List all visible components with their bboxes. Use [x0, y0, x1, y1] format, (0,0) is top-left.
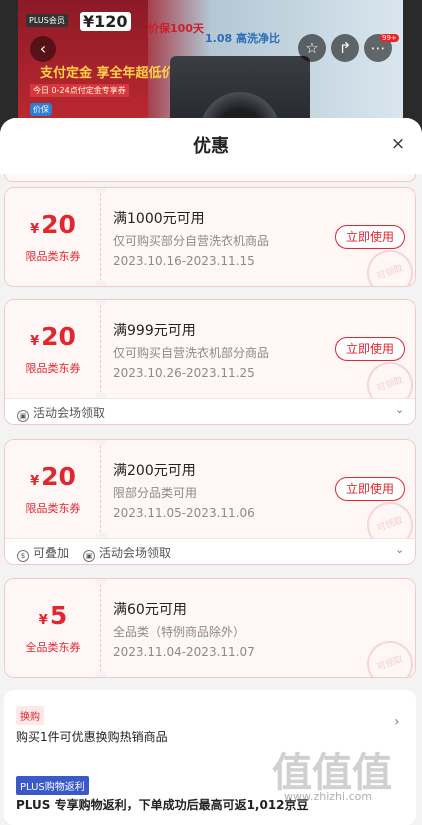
coupon-source-text: 活动会场领取	[99, 546, 172, 560]
currency-symbol: ¥	[30, 334, 40, 349]
coupon-validity: 2023.11.05-2023.11.06	[113, 506, 255, 520]
swap-tag: 换购	[16, 706, 44, 725]
site-watermark: 值值值 www.zhizhi.com	[272, 740, 412, 803]
coupon-card: ¥5 全品类东券 满60元可用 全品类（特例商品除外） 2023.11.04-2…	[4, 578, 416, 678]
coupon-amount: ¥20	[5, 462, 101, 491]
coupon-type-label: 全品类东券	[25, 641, 81, 654]
chevron-down-icon[interactable]: ⌄	[395, 543, 404, 556]
share-button[interactable]: ↱	[331, 34, 359, 62]
coupon-condition: 满1000元可用	[113, 211, 205, 227]
coupon-type-label: 限品类东券	[25, 502, 81, 515]
amount-value: 5	[49, 601, 68, 630]
sheet-header: 优惠 ×	[0, 118, 422, 174]
amount-value: 20	[41, 462, 76, 491]
close-button[interactable]: ×	[388, 134, 408, 154]
sheet-title: 优惠	[193, 136, 229, 157]
coupon-value-area: ¥20 限品类东券	[5, 300, 101, 398]
venue-icon: ▣	[17, 410, 29, 422]
currency-symbol: ¥	[30, 474, 40, 489]
coupon-validity: 2023.10.26-2023.11.25	[113, 366, 255, 380]
watermark-url: www.zhizhi.com	[284, 790, 373, 803]
banner-price-protect: 价保	[30, 103, 52, 116]
coupon-value-area: ¥20 限品类东券	[5, 188, 101, 286]
ticket-notch	[95, 300, 107, 306]
currency-symbol: ¥	[38, 613, 48, 628]
coupon-condition: 满200元可用	[113, 463, 196, 479]
coupon-footer[interactable]: ▣ 活动会场领取 ⌄	[5, 398, 415, 424]
coupon-card: ¥20 限品类东券 满1000元可用 仅可购买部分自营洗衣机商品 2023.10…	[4, 187, 416, 287]
stackable-tag: $ 可叠加	[17, 544, 69, 562]
coupon: ¥5 全品类东券 满60元可用 全品类（特例商品除外） 2023.11.04-2…	[5, 579, 415, 677]
banner-promo-text: 支付定金 享全年超低价	[40, 66, 175, 81]
coupon-type-label: 限品类东券	[25, 362, 81, 375]
coupon: ¥20 限品类东券 满200元可用 限部分品类可用 2023.11.05-202…	[5, 440, 415, 555]
coupon-condition: 满60元可用	[113, 602, 187, 618]
close-icon: ×	[390, 134, 406, 154]
claimed-stamp: 可领取	[360, 634, 415, 677]
previous-coupon-edge	[4, 174, 416, 182]
coupon-value-area: ¥20 限品类东券	[5, 440, 101, 538]
coupon-description: 仅可购买部分自营洗衣机商品	[113, 234, 270, 248]
coupon-card: ¥20 限品类东券 满200元可用 限部分品类可用 2023.11.05-202…	[4, 439, 416, 565]
coupon-footer[interactable]: $ 可叠加 ▣ 活动会场领取 ⌄	[5, 538, 415, 564]
coupon-validity: 2023.10.16-2023.11.15	[113, 254, 255, 268]
plus-member-tag: PLUS会员	[26, 14, 68, 27]
favorite-button[interactable]: ☆	[298, 34, 326, 62]
banner-price-guarantee: 价保100天	[148, 22, 204, 35]
back-button[interactable]: ‹	[30, 36, 56, 62]
currency-symbol: ¥	[30, 222, 40, 237]
coupon-source: ▣ 活动会场领取	[83, 544, 171, 562]
plus-rebate-tag: PLUS购物返利	[16, 776, 89, 795]
product-banner: PLUS会员 ¥120 支付定金 享全年超低价 今日 0-24点付定金专享券 价…	[0, 0, 422, 135]
coupon-source: ▣ 活动会场领取	[17, 404, 105, 422]
chevron-right-icon[interactable]: ›	[394, 714, 400, 730]
ticket-notch	[95, 440, 107, 446]
discount-sheet: 优惠 × ¥20 限品类东券 满1000元可用 仅可购买部分自营洗衣机商品 20…	[0, 118, 422, 825]
swap-description: 购买1件可优惠换购热销商品	[16, 730, 168, 744]
use-now-button[interactable]: 立即使用	[335, 477, 405, 501]
coupon-condition: 满999元可用	[113, 323, 196, 339]
plus-rebate-description: PLUS 专享购物返利，下单成功后最高可返1,012京豆	[16, 798, 309, 812]
ticket-notch	[95, 671, 107, 677]
coupon-description: 全品类（特例商品除外）	[113, 625, 246, 639]
coupon-amount: ¥20	[5, 210, 101, 239]
coupon-type-label: 限品类东券	[25, 250, 81, 263]
coupon-amount: ¥20	[5, 322, 101, 351]
coupon-value-area: ¥5 全品类东券	[5, 579, 101, 677]
ticket-notch	[95, 280, 107, 286]
message-badge: 99+	[380, 34, 399, 42]
amount-value: 20	[41, 322, 76, 351]
coupon-validity: 2023.11.04-2023.11.07	[113, 645, 255, 659]
coupon-card: ¥20 限品类东券 满999元可用 仅可购买自营洗衣机部分商品 2023.10.…	[4, 299, 416, 425]
stackable-text: 可叠加	[33, 546, 70, 560]
coupon-amount: ¥5	[5, 601, 101, 630]
claimed-stamp: 可领取	[360, 243, 415, 286]
banner-price: ¥120	[80, 12, 131, 31]
amount-value: 20	[41, 210, 76, 239]
coupon: ¥20 限品类东券 满1000元可用 仅可购买部分自营洗衣机商品 2023.10…	[5, 188, 415, 286]
share-icon: ↱	[338, 39, 352, 57]
coupon-description: 仅可购买自营洗衣机部分商品	[113, 346, 270, 360]
coupon: ¥20 限品类东券 满999元可用 仅可购买自营洗衣机部分商品 2023.10.…	[5, 300, 415, 415]
venue-icon: ▣	[83, 550, 95, 562]
star-icon: ☆	[305, 39, 319, 57]
use-now-button[interactable]: 立即使用	[335, 225, 405, 249]
back-icon: ‹	[39, 39, 47, 58]
banner-wash-ratio: 1.08 高洗净比	[205, 32, 280, 45]
ticket-notch	[95, 188, 107, 194]
coupon-source-text: 活动会场领取	[33, 406, 106, 420]
stack-icon: $	[17, 550, 29, 562]
chevron-down-icon[interactable]: ⌄	[395, 403, 404, 416]
banner-promo-sub: 今日 0-24点付定金专享券	[30, 84, 129, 97]
use-now-button[interactable]: 立即使用	[335, 337, 405, 361]
ticket-notch	[95, 579, 107, 585]
coupon-description: 限部分品类可用	[113, 486, 198, 500]
